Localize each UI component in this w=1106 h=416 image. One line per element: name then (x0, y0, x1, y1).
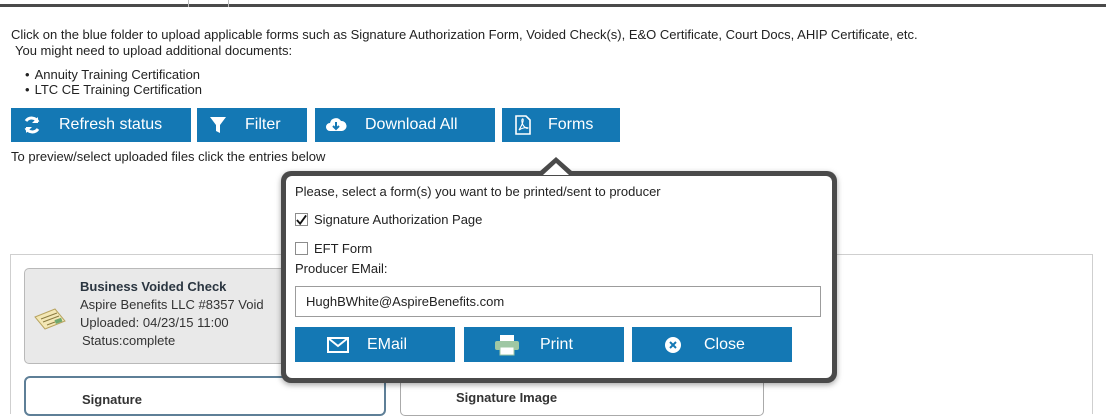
pdf-icon (512, 114, 534, 136)
forms-popover: Please, select a form(s) you want to be … (281, 157, 837, 383)
file-title: Signature Image (456, 390, 558, 405)
checkmark-icon (296, 214, 307, 225)
refresh-icon (21, 114, 43, 136)
top-bar-divider (228, 0, 229, 7)
refresh-status-label: Refresh status (59, 116, 163, 133)
forms-label: Forms (548, 116, 594, 133)
print-button[interactable]: Print (464, 327, 624, 362)
forms-prompt: Please, select a form(s) you want to be … (295, 184, 661, 199)
check-document-icon (33, 307, 67, 336)
close-button-label: Close (704, 335, 745, 353)
checkbox-signature-authorization[interactable] (295, 213, 308, 226)
file-uploaded-date: Uploaded: 04/23/15 11:00 (80, 315, 229, 330)
forms-button[interactable]: Forms (502, 108, 620, 142)
producer-email-input[interactable] (295, 286, 821, 317)
preview-hint: To preview/select uploaded files click t… (11, 149, 326, 164)
envelope-icon (327, 336, 349, 353)
print-button-label: Print (540, 335, 573, 353)
close-circle-icon (664, 336, 682, 354)
option-label: EFT Form (314, 241, 373, 256)
printer-icon (494, 334, 520, 356)
file-status: Status:complete (82, 333, 176, 348)
file-card-voided-check[interactable]: Business Voided Check Aspire Benefits LL… (24, 268, 294, 364)
file-title: Business Voided Check (80, 279, 227, 294)
popover-arrow-inner (543, 163, 569, 175)
cloud-download-icon (325, 114, 347, 136)
top-bar-divider (188, 0, 189, 7)
filter-button[interactable]: Filter (197, 108, 307, 142)
email-button[interactable]: EMail (295, 327, 455, 362)
close-button[interactable]: Close (632, 327, 792, 362)
forms-popover-body: Please, select a form(s) you want to be … (286, 176, 832, 378)
list-item: Annuity Training Certification (25, 67, 202, 82)
filter-label: Filter (245, 116, 281, 133)
file-name: Aspire Benefits LLC #8357 Void (80, 297, 264, 312)
refresh-status-button[interactable]: Refresh status (11, 108, 191, 142)
option-signature-authorization[interactable]: Signature Authorization Page (295, 212, 482, 227)
filter-icon (207, 114, 229, 136)
file-title: Signature (82, 392, 142, 407)
instructions-line1: Click on the blue folder to upload appli… (11, 27, 918, 42)
option-eft-form[interactable]: EFT Form (295, 241, 372, 256)
instructions-line2: You might need to upload additional docu… (15, 43, 293, 58)
download-all-label: Download All (365, 116, 458, 133)
required-documents-list: Annuity Training Certification LTC CE Tr… (25, 67, 202, 97)
list-item: LTC CE Training Certification (25, 82, 202, 97)
checkbox-eft-form[interactable] (295, 242, 308, 255)
top-bar (0, 0, 1106, 7)
instructions: Click on the blue folder to upload appli… (11, 27, 918, 59)
download-all-button[interactable]: Download All (315, 108, 495, 142)
option-label: Signature Authorization Page (314, 212, 483, 227)
email-button-label: EMail (367, 335, 408, 353)
producer-email-label: Producer EMail: (295, 261, 388, 276)
